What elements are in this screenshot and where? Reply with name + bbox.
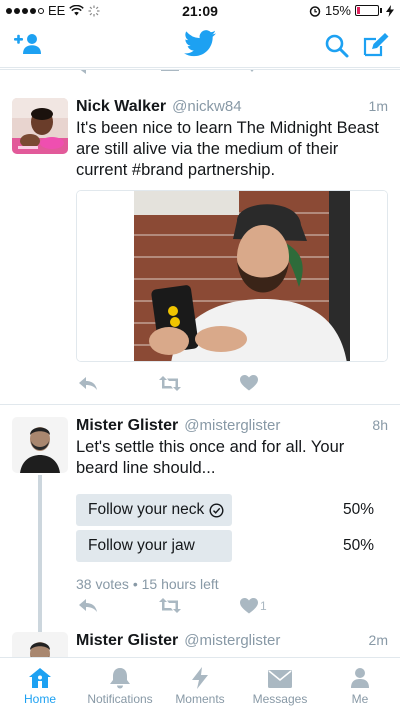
tweet-card[interactable]: Mister Glister @misterglister 2m: [0, 632, 400, 657]
tab-me[interactable]: Me: [320, 658, 400, 711]
home-icon: [29, 668, 51, 688]
tweet-body: Nick Walker @nickw84 1m It's been nice t…: [76, 98, 388, 181]
envelope-icon: [268, 670, 292, 688]
poll-option[interactable]: Follow your jaw 50%: [76, 530, 388, 562]
battery-level: [357, 7, 360, 14]
author-handle[interactable]: @misterglister: [184, 632, 280, 649]
tab-home[interactable]: Home: [0, 658, 80, 711]
tweet-card[interactable]: Nick Walker @nickw84 1m It's been nice t…: [0, 69, 400, 405]
retweet-icon[interactable]: [159, 598, 181, 613]
tweet-text: Let's settle this once and for all. Your…: [76, 438, 345, 477]
poll: Follow your neck 50% Follow your jaw 50%: [76, 494, 388, 592]
tweet-body: Mister Glister @misterglister 8h Let's s…: [76, 417, 388, 592]
reply-icon[interactable]: [78, 598, 98, 613]
compose-tweet-icon[interactable]: [362, 32, 390, 58]
search-icon[interactable]: [324, 33, 350, 59]
conversation-thread-line: [38, 475, 42, 632]
tweet-media[interactable]: [76, 190, 388, 362]
author-name[interactable]: Mister Glister: [76, 632, 178, 650]
twitter-logo-icon[interactable]: [184, 30, 216, 57]
author-name[interactable]: Nick Walker: [76, 98, 166, 116]
status-right: 15%: [309, 3, 394, 18]
avatar[interactable]: [12, 417, 68, 473]
bell-icon: [110, 668, 130, 689]
tab-label: Me: [351, 692, 369, 706]
timeline-feed[interactable]: Nick Walker @nickw84 1m It's been nice t…: [0, 69, 400, 657]
alarm-icon: [309, 5, 321, 17]
battery-tip: [380, 8, 382, 13]
tweet-header: Mister Glister @misterglister 8h: [76, 417, 388, 435]
lightning-icon: [192, 667, 208, 689]
like-icon[interactable]: [240, 598, 258, 614]
retweet-icon[interactable]: [159, 375, 181, 391]
author-handle[interactable]: @misterglister: [184, 417, 280, 434]
add-user-icon[interactable]: [12, 32, 42, 58]
poll-option-percent: 50%: [342, 537, 374, 554]
battery-percent: 15%: [324, 3, 351, 18]
poll-option[interactable]: Follow your neck 50%: [76, 494, 388, 526]
poll-option-text: Follow your jaw: [88, 537, 195, 554]
tweet-header: Mister Glister @misterglister 2m: [76, 632, 388, 650]
tab-bar: Home Notifications Moments Messages Me: [0, 657, 400, 711]
media-image: [77, 191, 387, 361]
tweet-time: 2m: [368, 632, 388, 648]
like-icon[interactable]: [240, 375, 258, 391]
tab-label: Messages: [252, 692, 308, 706]
author-handle[interactable]: @nickw84: [172, 98, 241, 115]
reply-icon[interactable]: [78, 376, 98, 391]
poll-option-percent: 50%: [342, 501, 374, 518]
tab-messages[interactable]: Messages: [240, 658, 320, 711]
avatar[interactable]: [12, 98, 68, 154]
like-count: 1: [260, 599, 267, 613]
poll-meta: 38 votes • 15 hours left: [76, 576, 219, 592]
avatar-image: [12, 632, 68, 657]
person-icon: [351, 668, 369, 688]
avatar-image: [12, 417, 68, 473]
tweet-header: Nick Walker @nickw84 1m: [76, 98, 388, 116]
author-name[interactable]: Mister Glister: [76, 417, 178, 435]
tab-label: Notifications: [87, 692, 153, 706]
tweet-text: It's been nice to learn The Midnight Bea…: [76, 119, 379, 179]
tweet-actions: [76, 375, 376, 391]
battery-icon: [355, 5, 379, 16]
charging-bolt-icon: [386, 4, 394, 17]
tab-moments[interactable]: Moments: [160, 658, 240, 711]
tweet-time: 1m: [368, 98, 388, 114]
checkmark-icon: [209, 502, 224, 518]
tab-notifications[interactable]: Notifications: [80, 658, 160, 711]
avatar[interactable]: [12, 632, 68, 657]
tweet-actions: 1: [76, 598, 376, 614]
tweet-body: Mister Glister @misterglister 2m: [76, 632, 388, 650]
nav-bar: [0, 22, 400, 68]
like-button[interactable]: 1: [240, 598, 267, 614]
poll-option-label: Follow your jaw: [88, 537, 195, 555]
tab-label: Moments: [175, 692, 225, 706]
avatar-image: [12, 98, 68, 154]
tweet-time: 8h: [372, 417, 388, 433]
tab-label: Home: [23, 692, 56, 706]
poll-option-text: Follow your neck: [88, 501, 205, 518]
status-bar: EE 21:09 15%: [0, 0, 400, 22]
poll-option-label: Follow your neck: [88, 501, 224, 519]
